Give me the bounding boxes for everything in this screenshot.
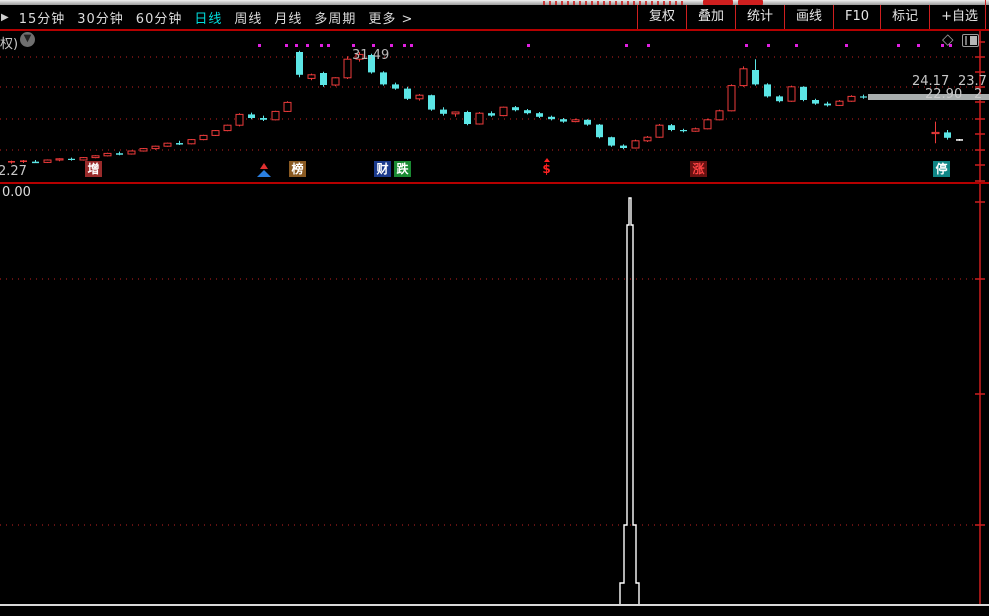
pane-layout-icon[interactable]: [962, 34, 979, 47]
period-tab-8[interactable]: 更多 >: [368, 12, 413, 27]
toolbar-button-4[interactable]: 画线: [784, 5, 833, 29]
diamond-marker-icon[interactable]: ◇: [942, 30, 954, 48]
ribbon-badge-3[interactable]: 财: [374, 161, 391, 177]
left-price-label: 2.27: [0, 164, 27, 179]
right-price-label-3: 22.90: [925, 87, 962, 102]
ribbon-badge-6[interactable]: 涨: [690, 161, 707, 177]
right-price-label-4: 2: [974, 87, 982, 102]
toolbar-button-5[interactable]: F10: [833, 5, 880, 29]
period-tab-5[interactable]: 周线: [234, 12, 262, 27]
toolbar-button-2[interactable]: 叠加: [686, 5, 735, 29]
ribbon-badge-2[interactable]: 榜: [289, 161, 306, 177]
ribbon-badge-1[interactable]: 增: [85, 161, 102, 177]
period-tab-1[interactable]: 15分钟: [19, 12, 66, 27]
period-tab-2[interactable]: 30分钟: [77, 12, 124, 27]
toolbar-button-3[interactable]: 统计: [735, 5, 784, 29]
ribbon-badge-4[interactable]: 跌: [394, 161, 411, 177]
period-tab-6[interactable]: 月线: [274, 12, 302, 27]
toolbar-button-7[interactable]: +自选: [929, 5, 989, 29]
window-edge-fragment: ▶: [1, 12, 9, 23]
peak-price-label: 31.49: [352, 48, 389, 63]
bottom-strip: [0, 606, 989, 616]
toolbar: ▶ 15分钟 30分钟 60分钟日线周线月线多周期更多 > 复权叠加统计画线F10标…: [0, 5, 989, 31]
ribbon-badge-7[interactable]: 停: [933, 161, 950, 177]
right-price-label-2: 23.7: [958, 74, 987, 89]
period-tab-7[interactable]: 多周期: [314, 12, 356, 27]
indicator-value-label: 0.00: [2, 185, 31, 200]
chevron-down-icon[interactable]: ▼: [20, 32, 35, 47]
toolbar-buttons: 复权叠加统计画线F10标记+自选: [637, 5, 989, 29]
period-tab-3[interactable]: 60分钟: [136, 12, 183, 27]
window-right-border: [985, 0, 986, 29]
toolbar-button-1[interactable]: 复权: [637, 5, 686, 29]
period-tab-4[interactable]: 日线: [194, 12, 222, 27]
candlestick-chart[interactable]: [0, 31, 989, 182]
indicator-spike-chart[interactable]: [0, 184, 989, 604]
pyramid-icon[interactable]: [257, 163, 271, 177]
toolbar-button-6[interactable]: 标记: [880, 5, 929, 29]
adjusted-price-label: 权): [0, 33, 18, 52]
ribbon-badge-5[interactable]: $: [538, 158, 555, 174]
indicator-pane[interactable]: 0.00: [0, 184, 989, 604]
candlestick-pane[interactable]: 权) ▼ 31.49 2.27 24.17 23.7 22.90 2 ◇ 增榜财…: [0, 31, 989, 182]
period-tabs: 15分钟 30分钟 60分钟日线周线月线多周期更多 >: [9, 8, 420, 27]
